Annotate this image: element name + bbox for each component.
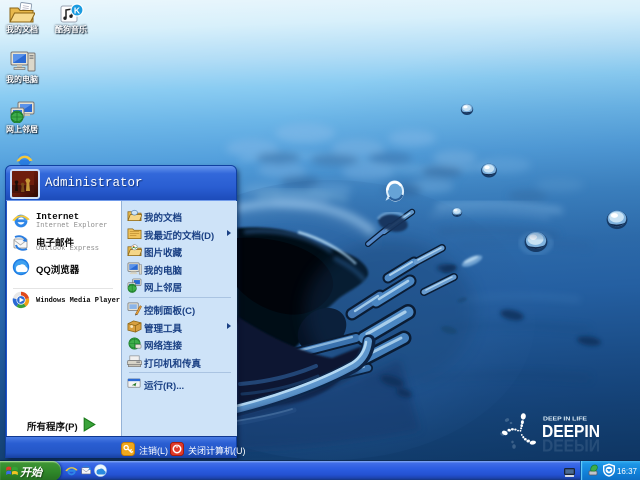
svg-text:DEEPIN: DEEPIN xyxy=(542,436,600,456)
svg-text:K: K xyxy=(74,6,81,16)
